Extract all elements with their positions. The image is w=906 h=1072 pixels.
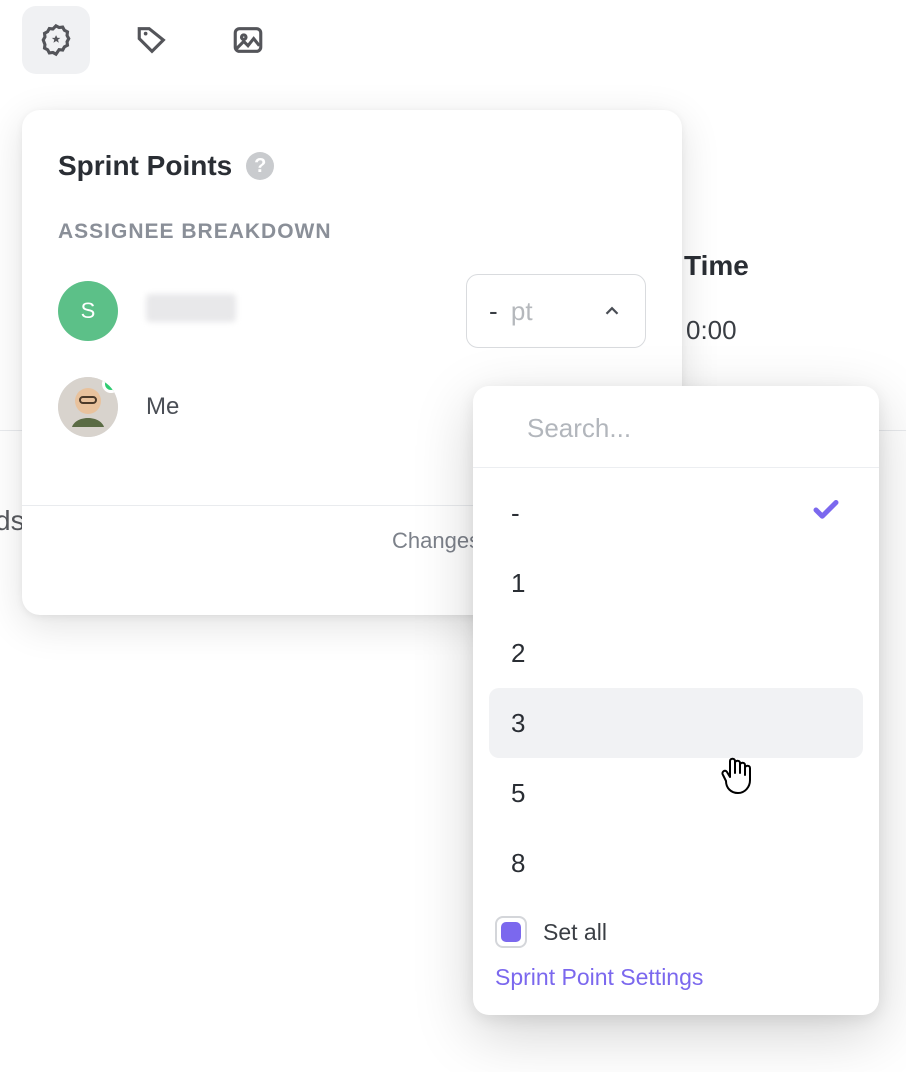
image-icon <box>231 23 265 57</box>
points-dropdown: - 1 2 3 5 8 Set all Sprint Point Setting… <box>473 386 879 1015</box>
points-value: - <box>489 296 498 326</box>
avatar-initial: S <box>81 298 96 324</box>
option-3[interactable]: 3 <box>489 688 863 758</box>
option-label: 3 <box>511 708 525 739</box>
option-dash[interactable]: - <box>489 478 863 548</box>
assignee-breakdown-header: ASSIGNEE BREAKDOWN <box>58 220 646 244</box>
top-toolbar <box>22 6 282 74</box>
points-select[interactable]: - pt <box>466 274 646 348</box>
redacted-name <box>146 294 236 322</box>
time-value: 0:00 <box>686 315 737 346</box>
star-badge-button[interactable] <box>22 6 90 74</box>
presence-indicator <box>102 377 118 393</box>
option-label: 8 <box>511 848 525 879</box>
option-list: - 1 2 3 5 8 <box>473 468 879 904</box>
option-5[interactable]: 5 <box>489 758 863 828</box>
left-text-fragment: ds <box>0 505 25 537</box>
tag-icon <box>135 23 169 57</box>
chevron-up-icon <box>601 300 623 322</box>
option-1[interactable]: 1 <box>489 548 863 618</box>
option-label: 2 <box>511 638 525 669</box>
check-icon <box>811 495 841 532</box>
points-unit: pt <box>511 296 533 326</box>
image-button[interactable] <box>214 6 282 74</box>
set-all-row[interactable]: Set all <box>493 910 859 960</box>
assignee-name <box>146 294 466 329</box>
tag-button[interactable] <box>118 6 186 74</box>
card-title: Sprint Points <box>58 150 232 182</box>
set-all-checkbox[interactable] <box>495 916 527 948</box>
option-label: 1 <box>511 568 525 599</box>
assignee-row: S - pt <box>58 274 646 348</box>
option-8[interactable]: 8 <box>489 828 863 898</box>
option-label: 5 <box>511 778 525 809</box>
option-label: - <box>511 498 520 529</box>
option-2[interactable]: 2 <box>489 618 863 688</box>
search-row <box>473 386 879 468</box>
avatar[interactable] <box>58 377 118 437</box>
search-input[interactable] <box>525 412 864 445</box>
help-icon[interactable]: ? <box>246 152 274 180</box>
sprint-point-settings-link[interactable]: Sprint Point Settings <box>493 960 705 997</box>
avatar[interactable]: S <box>58 281 118 341</box>
set-all-label: Set all <box>543 919 607 946</box>
star-badge-icon <box>39 23 73 57</box>
time-label: Time <box>684 250 749 282</box>
